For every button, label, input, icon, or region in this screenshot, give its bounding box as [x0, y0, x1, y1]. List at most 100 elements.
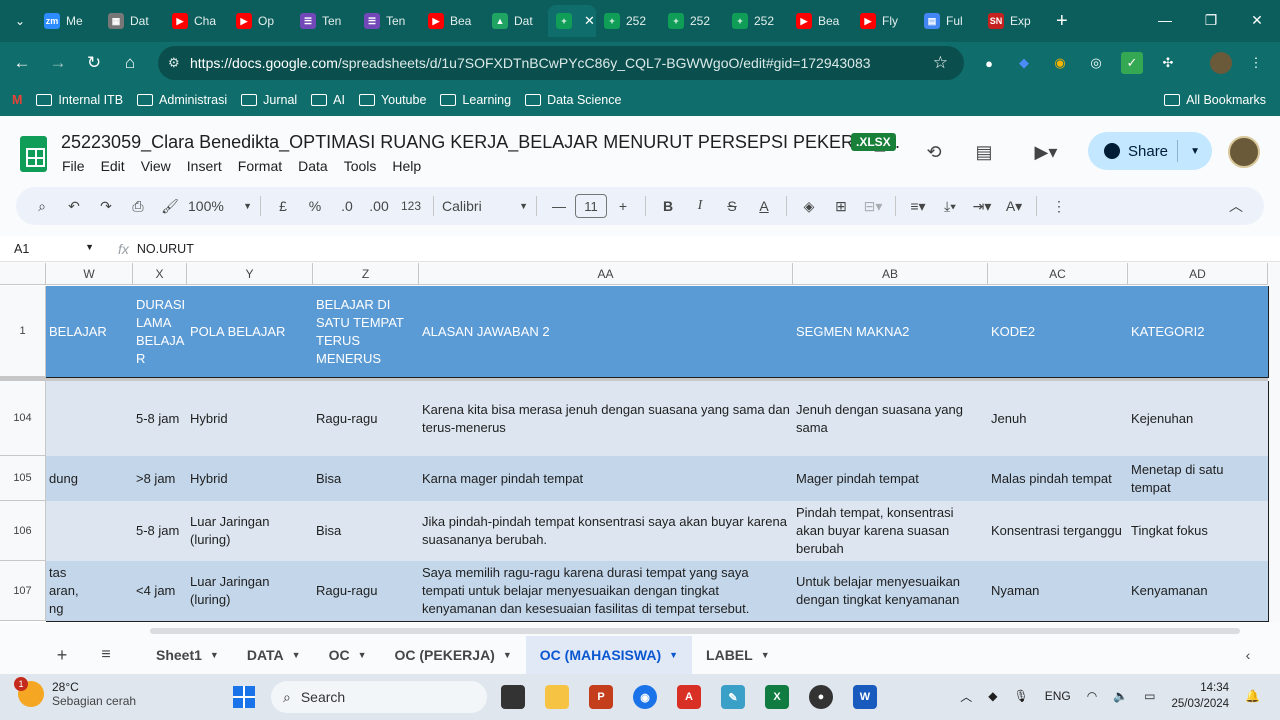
grid-cell[interactable]: [46, 501, 134, 562]
grid-cell[interactable]: 5-8 jam: [133, 381, 188, 457]
browser-tab[interactable]: ▲ Dat: [484, 5, 548, 37]
hide-menus-chevron-icon[interactable]: ︿: [1222, 192, 1250, 220]
chevron-down-icon[interactable]: ▼: [292, 650, 301, 660]
column-header[interactable]: AD: [1128, 263, 1268, 285]
more-options-icon[interactable]: ⋮: [1045, 192, 1073, 220]
obs-icon[interactable]: ●: [809, 685, 833, 709]
chevron-down-icon[interactable]: ▼: [210, 650, 219, 660]
text-wrapping-icon[interactable]: ⇥▾: [968, 192, 996, 220]
browser-tab[interactable]: + ✕: [548, 5, 596, 37]
grid-cell[interactable]: Luar Jaringan (luring): [187, 501, 314, 562]
merge-cells-icon[interactable]: ⊟▾: [859, 192, 887, 220]
bookmark-star-icon[interactable]: ☆: [933, 53, 948, 73]
column-header[interactable]: AB: [793, 263, 988, 285]
search-menus-icon[interactable]: ⌕: [28, 192, 56, 220]
row-header[interactable]: 1: [0, 286, 46, 377]
undo-icon[interactable]: ↶: [60, 192, 88, 220]
browser-tab[interactable]: SN Exp: [980, 5, 1044, 37]
grid-cell[interactable]: SEGMEN MAKNA2: [793, 286, 989, 378]
column-header[interactable]: W: [46, 263, 133, 285]
bookmark-folder[interactable]: AI: [311, 93, 345, 107]
grid-cell[interactable]: Saya memilih ragu-ragu karena durasi tem…: [419, 561, 794, 622]
grid-cell[interactable]: Karena kita bisa merasa jenuh dengan sua…: [419, 381, 794, 457]
grid-cell[interactable]: KATEGORI2: [1128, 286, 1269, 378]
battery-icon[interactable]: ▭: [1144, 689, 1155, 703]
gmail-icon[interactable]: M: [12, 93, 22, 107]
grid-cell[interactable]: ALASAN JAWABAN 2: [419, 286, 794, 378]
add-sheet-button[interactable]: +: [48, 641, 76, 669]
reload-button[interactable]: ↻: [76, 45, 112, 81]
browser-tab[interactable]: ▶ Fly: [852, 5, 916, 37]
microphone-icon[interactable]: 🎙: [1013, 689, 1028, 703]
meet-camera-icon[interactable]: ▶▾: [1026, 140, 1066, 164]
column-header[interactable]: Z: [313, 263, 419, 285]
account-avatar[interactable]: [1228, 136, 1260, 168]
chevron-down-icon[interactable]: ▼: [358, 650, 367, 660]
grid-cell[interactable]: >8 jam: [133, 456, 188, 502]
horizontal-align-icon[interactable]: ≡▾: [904, 192, 932, 220]
zoom-select[interactable]: 100% ▼: [188, 192, 252, 220]
column-header[interactable]: Y: [187, 263, 313, 285]
extensions-puzzle-icon[interactable]: ✣: [1157, 52, 1179, 74]
grid-cell[interactable]: Nyaman: [988, 561, 1129, 622]
url-bar[interactable]: ⚙ https://docs.google.com/spreadsheets/d…: [158, 46, 964, 80]
comments-icon[interactable]: ▤: [972, 140, 996, 164]
row-header[interactable]: 106: [0, 501, 46, 561]
grid-cell[interactable]: Bisa: [313, 501, 420, 562]
grid-cell[interactable]: Karna mager pindah tempat: [419, 456, 794, 502]
text-color-icon[interactable]: A: [750, 192, 778, 220]
row-header[interactable]: 107: [0, 561, 46, 621]
grid-cell[interactable]: Jenuh dengan suasana yang sama: [793, 381, 989, 457]
bookmark-folder[interactable]: Jurnal: [241, 93, 297, 107]
grid-cell[interactable]: Konsentrasi terganggu: [988, 501, 1129, 562]
extension-check-icon[interactable]: ✓: [1121, 52, 1143, 74]
bookmark-folder[interactable]: Administrasi: [137, 93, 227, 107]
grid-cell[interactable]: DURASI LAMA BELAJA R: [133, 286, 188, 378]
browser-tab[interactable]: ☰ Ten: [356, 5, 420, 37]
increase-font-size-button[interactable]: +: [609, 192, 637, 220]
menu-format[interactable]: Format: [238, 158, 282, 174]
menu-edit[interactable]: Edit: [101, 158, 125, 174]
dropbox-icon[interactable]: ◆: [988, 689, 997, 703]
column-header[interactable]: AC: [988, 263, 1128, 285]
browser-tab[interactable]: +252: [660, 5, 724, 37]
menu-file[interactable]: File: [62, 158, 85, 174]
grid-cell[interactable]: BELAJAR: [46, 286, 134, 378]
sheets-logo-icon[interactable]: [20, 136, 47, 172]
clock[interactable]: 14:34 25/03/2024: [1171, 680, 1229, 712]
browser-tab[interactable]: zm Me: [36, 5, 100, 37]
grid-cell[interactable]: [46, 381, 134, 457]
grid-cell[interactable]: Untuk belajar menyesuaikan dengan tingka…: [793, 561, 989, 622]
browser-tab[interactable]: ▶ Bea: [788, 5, 852, 37]
grid-cell[interactable]: Ragu-ragu: [313, 381, 420, 457]
document-title[interactable]: 25223059_Clara Benedikta_OPTIMASI RUANG …: [61, 132, 900, 153]
paint-format-icon[interactable]: 🖌: [156, 192, 184, 220]
format-currency-button[interactable]: £: [269, 192, 297, 220]
all-sheets-button[interactable]: ≡: [92, 641, 120, 669]
font-size-input[interactable]: 11: [575, 194, 607, 218]
column-header[interactable]: X: [133, 263, 187, 285]
windows-start-icon[interactable]: [233, 686, 255, 708]
fill-color-icon[interactable]: ◈: [795, 192, 823, 220]
notifications-icon[interactable]: 🔔: [1245, 689, 1260, 703]
grid-cell[interactable]: Kenyamanan: [1128, 561, 1269, 622]
redo-icon[interactable]: ↷: [92, 192, 120, 220]
sheet-tab[interactable]: DATA ▼: [233, 636, 315, 674]
grid-cell[interactable]: Malas pindah tempat: [988, 456, 1129, 502]
share-dropdown-icon[interactable]: ▼: [1190, 146, 1200, 157]
grid-cell[interactable]: Ragu-ragu: [313, 561, 420, 622]
sheet-tab[interactable]: OC (PEKERJA) ▼: [381, 636, 526, 674]
select-all-corner[interactable]: [0, 263, 46, 285]
name-box[interactable]: A1 ▼: [0, 242, 100, 256]
grid-cell[interactable]: Menetap di satu tempat: [1128, 456, 1269, 502]
browser-menu-icon[interactable]: ⋮: [1245, 52, 1267, 74]
grid-cell[interactable]: POLA BELAJAR: [187, 286, 314, 378]
chevron-down-icon[interactable]: ▼: [503, 650, 512, 660]
bookmark-folder[interactable]: Data Science: [525, 93, 621, 107]
profile-avatar[interactable]: [1210, 52, 1232, 74]
volume-icon[interactable]: 🔈: [1113, 689, 1128, 703]
new-tab-button[interactable]: +: [1056, 10, 1068, 33]
grid-cell[interactable]: Jika pindah-pindah tempat konsentrasi sa…: [419, 501, 794, 562]
extension-mask-icon[interactable]: ●: [978, 52, 1000, 74]
vertical-scrollbar[interactable]: [1268, 263, 1280, 623]
